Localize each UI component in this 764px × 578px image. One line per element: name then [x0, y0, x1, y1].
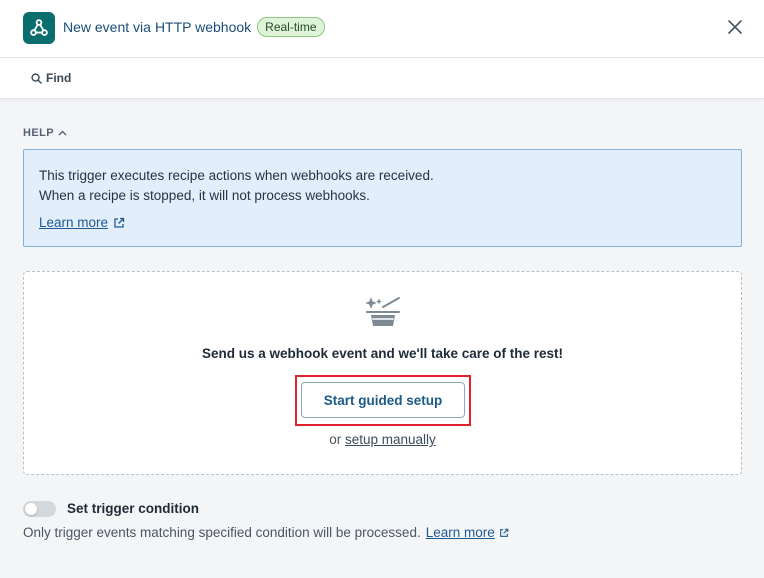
find-button[interactable]: Find: [31, 71, 71, 85]
title-prefix: New event via: [63, 19, 151, 35]
start-guided-setup-button[interactable]: Start guided setup: [301, 382, 465, 418]
trigger-condition-label: Set trigger condition: [67, 501, 200, 516]
external-link-icon: [114, 217, 125, 228]
find-bar: Find: [0, 58, 764, 99]
or-text: or: [329, 432, 345, 447]
trigger-condition-toggle[interactable]: [23, 501, 56, 517]
help-learn-more-label: Learn more: [39, 215, 109, 230]
find-label: Find: [46, 71, 72, 85]
toggle-knob: [25, 503, 37, 515]
guided-setup-panel: Send us a webhook event and we'll take c…: [23, 271, 742, 475]
magic-hat-icon: [365, 297, 400, 326]
help-panel: This trigger executes recipe actions whe…: [23, 149, 742, 247]
webhook-icon: [23, 12, 55, 44]
search-icon: [31, 72, 42, 84]
help-line-2: When a recipe is stopped, it will not pr…: [39, 188, 370, 203]
setup-manually-link[interactable]: setup manually: [345, 432, 436, 447]
help-toggle[interactable]: HELP: [23, 127, 67, 139]
realtime-badge: Real-time: [257, 17, 325, 37]
close-button[interactable]: [725, 17, 745, 37]
chevron-up-icon: [58, 130, 67, 136]
trigger-learn-more-label: Learn more: [425, 525, 495, 540]
header-bar: New event via HTTP webhook Real-time: [0, 0, 764, 58]
help-learn-more-link[interactable]: Learn more: [39, 213, 125, 233]
trigger-description-text: Only trigger events matching specified c…: [23, 525, 421, 540]
external-link-icon: [499, 528, 509, 537]
trigger-learn-more-link[interactable]: Learn more: [426, 525, 509, 540]
app-name: HTTP webhook: [154, 19, 252, 35]
page-title: New event via HTTP webhook Real-time: [63, 17, 325, 37]
help-toggle-label: HELP: [23, 127, 54, 139]
setup-headline: Send us a webhook event and we'll take c…: [201, 346, 564, 361]
trigger-condition-description: Only trigger events matching specified c…: [23, 525, 509, 540]
close-icon: [728, 20, 742, 34]
manual-setup-line: or setup manually: [24, 432, 741, 447]
help-line-1: This trigger executes recipe actions whe…: [39, 168, 434, 183]
